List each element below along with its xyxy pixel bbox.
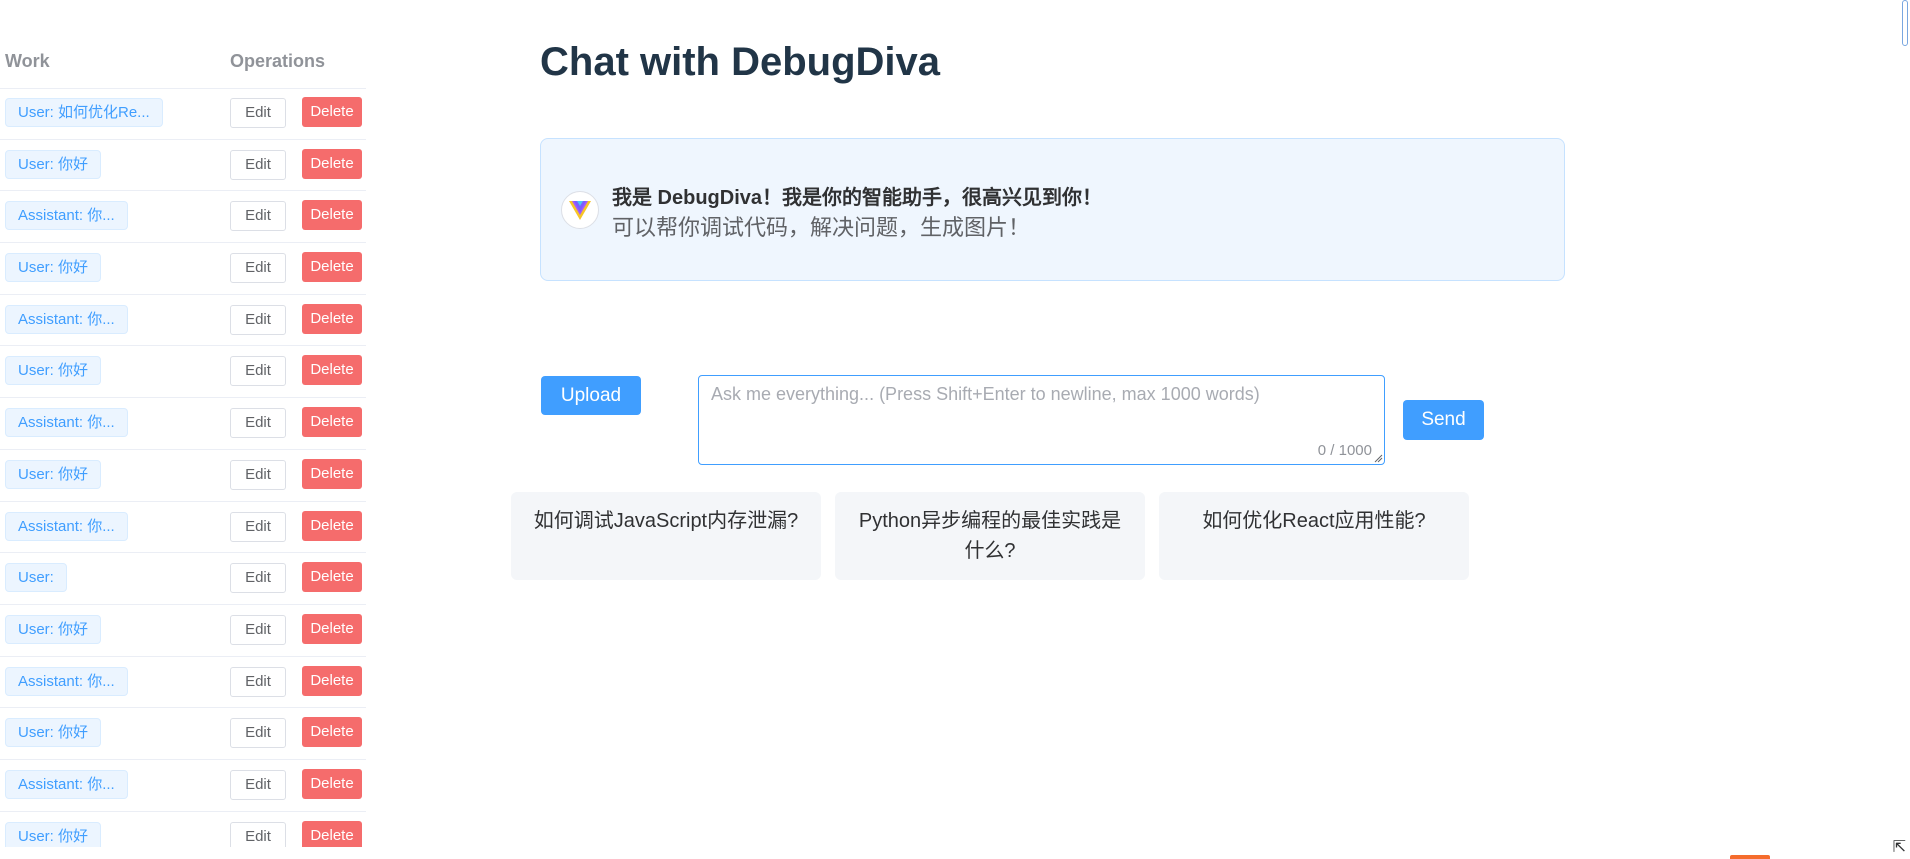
edit-button[interactable]: Edit [230,98,286,128]
edit-button[interactable]: Edit [230,149,286,180]
delete-button[interactable]: Delete [302,200,362,231]
conversation-tag[interactable]: User: 你好 [5,718,102,748]
edit-button[interactable]: Edit [230,614,286,645]
column-header-operations: Operations [230,51,326,71]
table-row: Assistant: 你... Edit Delete [0,191,366,244]
upload-button[interactable]: Upload [541,376,641,415]
delete-button[interactable]: Delete [302,717,362,748]
message-input[interactable] [699,376,1384,464]
delete-button[interactable]: Delete [302,355,362,386]
conversation-tag[interactable]: Assistant: 你... [5,511,128,541]
delete-button[interactable]: Delete [302,407,362,438]
edit-button[interactable]: Edit [230,304,286,335]
conversation-tag[interactable]: User: 你好 [5,821,102,847]
delete-button[interactable]: Delete [302,458,362,489]
conversation-tag[interactable]: Assistant: 你... [5,201,128,231]
welcome-subtitle: 可以帮你调试代码，解决问题，生成图片！ [612,215,1031,240]
conversation-tag[interactable]: User: 你好 [5,614,102,644]
table-row: User: 你好 Edit Delete [0,346,366,399]
delete-button[interactable]: Delete [302,768,362,799]
table-body: User: 如何优化Re... Edit Delete User: 你好 Edit Del… [0,88,366,847]
suggestion-card[interactable]: Python异步编程的最佳实践是什么? [835,492,1145,580]
table-row: User: 你好 Edit Delete [0,708,366,760]
table-row: User: 如何优化Re... Edit Delete [0,88,366,140]
table-row: User: 你好 Edit Delete [0,812,366,847]
delete-button[interactable]: Delete [302,665,362,696]
edit-button[interactable]: Edit [230,718,286,749]
edit-button[interactable]: Edit [230,769,286,800]
page-title: Chat with DebugDiva [540,40,941,84]
edit-button[interactable]: Edit [230,408,286,439]
delete-button[interactable]: Delete [302,148,362,179]
welcome-title: 我是 DebugDiva！我是你的智能助手，很高兴见到你！ [612,187,1103,209]
table-row: User: 你好 Edit Delete [0,450,366,502]
scrollbar-thumb[interactable] [1902,0,1908,46]
conversation-tag[interactable]: User: 你好 [5,149,102,179]
table-row: Assistant: 你... Edit Delete [0,502,366,554]
welcome-card: 我是 DebugDiva！我是你的智能助手，很高兴见到你！ 可以帮你调试代码，解… [540,138,1565,281]
delete-button[interactable]: Delete [302,562,362,593]
page: Work Operations User: 如何优化Re... Edit Delet… [0,0,1910,859]
message-input-box: 0 / 1000 [698,375,1385,465]
table-header: Work Operations [0,38,366,89]
edit-button[interactable]: Edit [230,253,286,284]
column-header-work: Work [5,51,50,71]
vue-logo-icon [561,191,599,229]
conversation-tag[interactable]: Assistant: 你... [5,408,128,438]
delete-button[interactable]: Delete [302,303,362,334]
conversation-tag[interactable]: Assistant: 你... [5,304,128,334]
delete-button[interactable]: Delete [302,252,362,283]
conversation-tag[interactable]: User: 你好 [5,459,102,489]
delete-button[interactable]: Delete [302,613,362,644]
conversation-tag[interactable]: User: 你好 [5,253,102,283]
send-button[interactable]: Send [1403,400,1484,440]
edit-button[interactable]: Edit [230,563,286,594]
conversation-tag[interactable]: Assistant: 你... [5,666,128,696]
table-row: Assistant: 你... Edit Delete [0,398,366,450]
conversation-tag[interactable]: User: 如何优化Re... [5,98,163,127]
history-table: Work Operations User: 如何优化Re... Edit Delet… [0,0,366,847]
suggestion-card[interactable]: 如何优化React应用性能? [1159,492,1469,580]
conversation-tag[interactable]: User: 你好 [5,356,102,386]
table-row: User: Edit Delete [0,553,366,605]
delete-button[interactable]: Delete [302,510,362,541]
table-row: User: 你好 Edit Delete [0,140,366,192]
suggestion-card[interactable]: 如何调试JavaScript内存泄漏? [511,492,821,580]
table-row: User: 你好 Edit Delete [0,605,366,657]
edit-button[interactable]: Edit [230,511,286,542]
delete-button[interactable]: Delete [302,97,362,127]
table-row: Assistant: 你... Edit Delete [0,295,366,347]
corner-decoration [1730,855,1770,859]
edit-button[interactable]: Edit [230,201,286,232]
resize-handle-icon[interactable] [1374,454,1383,463]
conversation-tag[interactable]: Assistant: 你... [5,769,128,799]
edit-button[interactable]: Edit [230,459,286,490]
edit-button[interactable]: Edit [230,356,286,387]
table-row: Assistant: 你... Edit Delete [0,760,366,812]
table-row: User: 你好 Edit Delete [0,243,366,295]
conversation-tag[interactable]: User: [5,563,67,593]
edit-button[interactable]: Edit [230,666,286,697]
table-row: Assistant: 你... Edit Delete [0,657,366,709]
char-counter: 0 / 1000 [1317,442,1372,459]
delete-button[interactable]: Delete [302,820,362,847]
edit-button[interactable]: Edit [230,821,286,847]
resize-corner-icon: ⇱ [1892,839,1906,856]
